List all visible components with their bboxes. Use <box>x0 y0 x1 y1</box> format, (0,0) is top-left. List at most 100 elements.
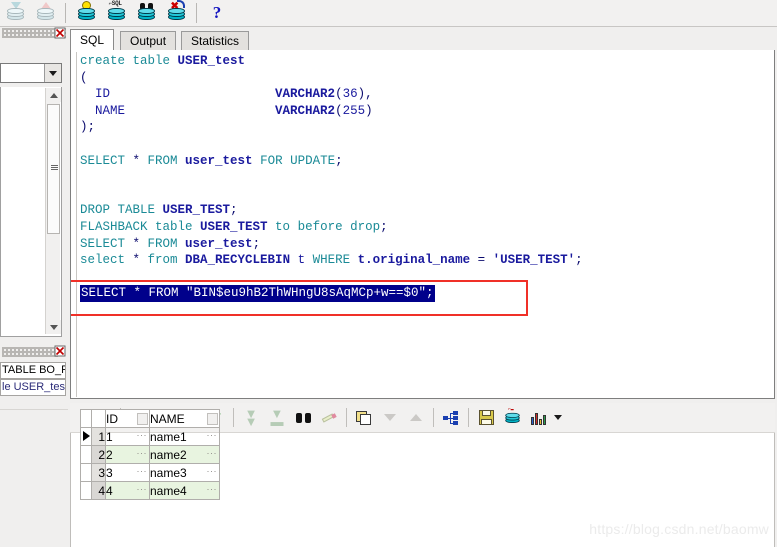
scroll-down-arrow-icon[interactable] <box>46 320 61 334</box>
current-row-marker[interactable] <box>80 463 92 482</box>
save-icon[interactable] <box>473 406 499 430</box>
code-line[interactable]: ); <box>80 119 770 136</box>
object-browser-tree[interactable] <box>0 87 62 337</box>
left-dock-empty-area <box>0 409 68 547</box>
code-line[interactable] <box>80 269 770 286</box>
table-row[interactable]: 3 3 ··· name3 ··· <box>80 463 220 482</box>
fetch-next-page-icon[interactable]: ▼ ▼ <box>238 406 264 430</box>
help-icon[interactable]: ? <box>202 1 232 26</box>
copy-to-clipboard-icon[interactable] <box>351 406 377 430</box>
chevron-down-icon[interactable] <box>44 64 61 82</box>
cell-overflow-icon[interactable]: ··· <box>207 484 218 494</box>
table-cell-id[interactable]: 4 ··· <box>105 481 150 500</box>
current-row-marker[interactable] <box>80 445 92 464</box>
play-arrow-icon <box>82 430 90 441</box>
table-cell-name[interactable]: name1 ··· <box>149 427 220 446</box>
code-line[interactable] <box>80 169 770 186</box>
close-panel-icon[interactable] <box>54 27 66 39</box>
code-token: t <box>297 253 313 268</box>
column-header-id[interactable]: ID <box>105 409 150 428</box>
find-icon[interactable] <box>290 406 316 430</box>
cell-value: name2 <box>150 447 187 462</box>
table-cell-name[interactable]: name3 ··· <box>149 463 220 482</box>
tab-statistics[interactable]: Statistics <box>181 31 250 50</box>
sort-ascending-icon[interactable] <box>403 406 429 430</box>
cell-overflow-icon[interactable]: ··· <box>137 448 148 458</box>
secondary-left-panel: TABLE BO_P le USER_tes <box>0 345 68 407</box>
code-token: drop <box>350 219 381 234</box>
code-line[interactable]: SELECT * FROM "BIN$eu9hB2ThWHngU8sAqMCp+… <box>71 280 770 317</box>
sql-editor[interactable]: create table USER_test( ID VARCHAR2(36),… <box>70 50 775 399</box>
table-row[interactable]: 2 2 ··· name2 ··· <box>80 445 220 464</box>
cell-value: 1 <box>106 429 113 444</box>
fetch-last-page-icon[interactable]: ▼ ▬ <box>264 406 290 430</box>
code-line[interactable]: DROP TABLE USER_TEST; <box>80 202 770 219</box>
cell-overflow-icon[interactable]: ··· <box>137 466 148 476</box>
column-resize-handle[interactable] <box>207 413 218 425</box>
cell-overflow-icon[interactable]: ··· <box>137 484 148 494</box>
table-cell-name[interactable]: name2 ··· <box>149 445 220 464</box>
results-grid[interactable]: ID NAME 1 1 ··· name1 ··· 2 2 ··· name2 ··· 3 3 ··· n… <box>80 409 220 500</box>
sort-descending-icon[interactable] <box>377 406 403 430</box>
grid-corner[interactable] <box>80 409 92 428</box>
code-line[interactable]: create table USER_test <box>80 53 770 70</box>
tab-sql[interactable]: SQL <box>70 29 115 50</box>
code-token: FROM <box>147 236 186 251</box>
sql-window-icon[interactable]: ⌐SQL <box>101 0 131 26</box>
code-line[interactable]: FLASHBACK table USER_TEST to before drop… <box>80 219 770 236</box>
table-row[interactable]: 4 4 ··· name4 ··· <box>80 481 220 500</box>
close-secondary-panel-icon[interactable] <box>54 345 66 357</box>
export-table-icon[interactable] <box>30 1 60 26</box>
column-header-name[interactable]: NAME <box>149 409 220 428</box>
chart-dropdown-icon[interactable] <box>551 406 565 430</box>
export-data-icon[interactable]: ⌐▬ <box>499 406 525 430</box>
tab-output[interactable]: Output <box>120 31 177 50</box>
explain-plan-icon[interactable] <box>71 0 101 26</box>
code-token: 36 <box>342 87 358 102</box>
sql-editor-code[interactable]: create table USER_test( ID VARCHAR2(36),… <box>71 53 770 317</box>
list-item[interactable]: le USER_tes <box>0 379 66 396</box>
code-token: 255 <box>342 103 366 118</box>
selected-sql-statement[interactable]: SELECT * FROM "BIN$eu9hB2ThWHngU8sAqMCp+… <box>80 285 435 302</box>
highlight-icon[interactable] <box>316 406 342 430</box>
code-line[interactable] <box>80 136 770 153</box>
code-line[interactable]: ( <box>80 70 770 87</box>
table-cell-name[interactable]: name4 ··· <box>149 481 220 500</box>
cell-overflow-icon[interactable]: ··· <box>207 448 218 458</box>
cell-value: 3 <box>106 465 113 480</box>
table-cell-id[interactable]: 3 ··· <box>105 463 150 482</box>
rollback-icon[interactable]: ✖ <box>161 0 191 26</box>
code-line[interactable]: SELECT * FROM user_test FOR UPDATE; <box>80 153 770 170</box>
column-resize-handle[interactable] <box>137 413 148 425</box>
cell-overflow-icon[interactable]: ··· <box>137 430 148 440</box>
scrollbar-thumb[interactable] <box>47 104 60 234</box>
dock-grip-secondary[interactable] <box>2 347 58 357</box>
object-browser-filter-combo[interactable] <box>0 63 62 83</box>
code-token: from <box>147 253 186 268</box>
query-plan-icon[interactable] <box>438 406 464 430</box>
table-cell-id[interactable]: 2 ··· <box>105 445 150 464</box>
find-database-objects-icon[interactable] <box>131 1 161 26</box>
code-token: NAME <box>80 103 276 118</box>
list-item-label: TABLE BO_P <box>2 364 66 376</box>
object-browser-scrollbar[interactable] <box>45 88 61 334</box>
code-line[interactable] <box>80 186 770 203</box>
current-row-marker[interactable] <box>80 481 92 500</box>
toolbar-separator-2 <box>196 3 197 23</box>
code-line[interactable]: ID VARCHAR2(36), <box>80 86 770 103</box>
chart-icon[interactable] <box>525 406 551 430</box>
cell-overflow-icon[interactable]: ··· <box>207 466 218 476</box>
table-cell-id[interactable]: 1 ··· <box>105 427 150 446</box>
list-item[interactable]: TABLE BO_P <box>0 362 66 379</box>
code-token: USER_TEST <box>200 219 276 234</box>
results-table[interactable]: ID NAME 1 1 ··· name1 ··· 2 2 ··· name2 ··· 3 3 ··· n… <box>80 409 220 500</box>
code-line[interactable]: NAME VARCHAR2(255) <box>80 103 770 120</box>
cell-overflow-icon[interactable]: ··· <box>207 430 218 440</box>
import-table-icon[interactable] <box>0 1 30 26</box>
table-row[interactable]: 1 1 ··· name1 ··· <box>80 427 220 446</box>
current-row-marker[interactable] <box>80 427 92 446</box>
code-token: SELECT <box>80 236 133 251</box>
code-line[interactable]: select * from DBA_RECYCLEBIN t WHERE t.o… <box>80 252 770 269</box>
scroll-up-arrow-icon[interactable] <box>46 88 61 102</box>
code-line[interactable]: SELECT * FROM user_test; <box>80 236 770 253</box>
